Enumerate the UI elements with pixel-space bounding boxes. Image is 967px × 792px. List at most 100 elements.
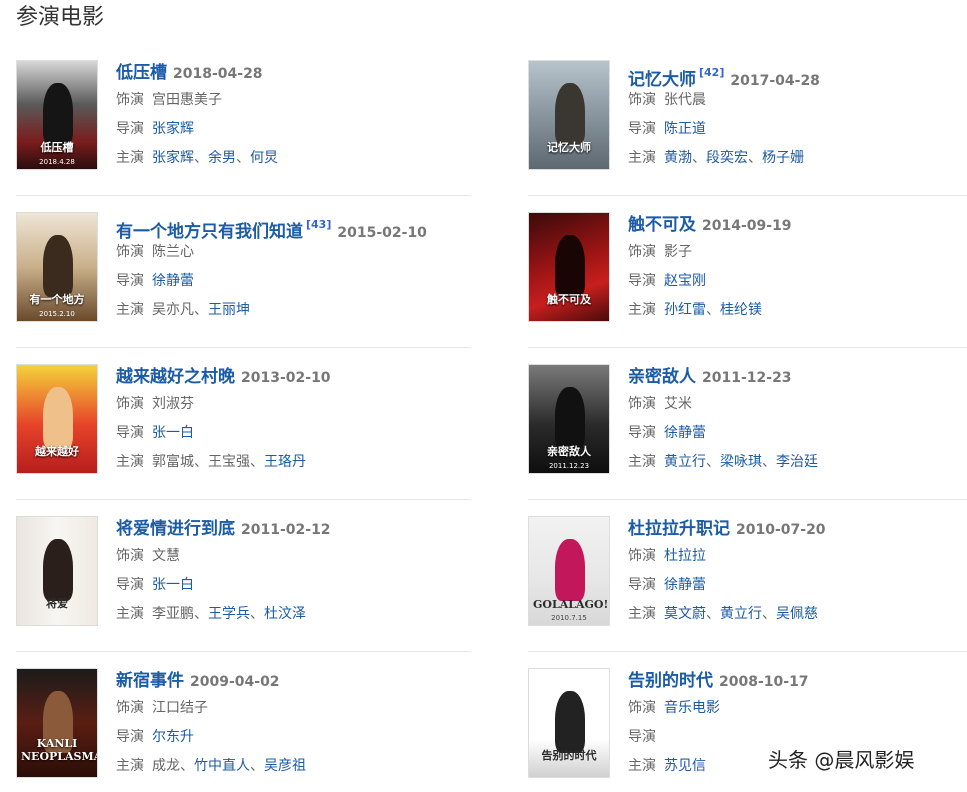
film-director-row: 导演 陈正道 [628, 115, 967, 144]
person-link[interactable]: 桂纶镁 [720, 302, 762, 318]
film-title-link[interactable]: 将爱情进行到底 [116, 519, 235, 539]
film-info: 越来越好之村晚 2013-02-10 饰演 刘淑芬 导演 张一白 主演 郭富城、王宝强、王珞丹 [116, 364, 456, 477]
director-label: 导演 [628, 577, 656, 593]
film-poster[interactable]: 将爱 [16, 516, 98, 626]
film-poster[interactable]: 告别的时代 [528, 668, 610, 778]
poster-figure [43, 235, 73, 297]
cast-label: 主演 [628, 606, 656, 622]
film-title-line: 越来越好之村晚 2013-02-10 [116, 364, 456, 390]
separator: 、 [762, 606, 776, 622]
separator: 、 [194, 302, 208, 318]
director-label: 导演 [116, 121, 144, 137]
poster-title: 触不可及 [547, 293, 591, 306]
separator: 、 [180, 758, 194, 774]
person-link[interactable]: 王珞丹 [264, 454, 306, 470]
film-director-row: 导演 张家辉 [116, 115, 456, 144]
person-link[interactable]: 莫文蔚 [664, 606, 706, 622]
film-cast-row: 主演 郭富城、王宝强、王珞丹 [116, 448, 456, 477]
film-title-link[interactable]: 越来越好之村晚 [116, 367, 235, 387]
person-name: 宫田惠美子 [152, 92, 222, 108]
film-poster[interactable]: 触不可及 [528, 212, 610, 322]
person-name: 艾米 [664, 396, 692, 412]
film-date: 2011-12-23 [702, 370, 792, 386]
film-poster[interactable]: KANLI NEOPLASMA [16, 668, 98, 778]
person-name: 文慧 [152, 548, 180, 564]
person-link[interactable]: 张一白 [152, 425, 194, 441]
person-link[interactable]: 杜拉拉 [664, 548, 706, 564]
cast-label: 主演 [116, 606, 144, 622]
film-date: 2010-07-20 [736, 522, 826, 538]
film-role-row: 饰演 宫田惠美子 [116, 86, 456, 115]
film-cast-row: 主演 黄立行、梁咏琪、李治廷 [628, 448, 967, 477]
film-poster[interactable]: 有一个地方 2015.2.10 [16, 212, 98, 322]
person-link[interactable]: 王丽坤 [208, 302, 250, 318]
cast-label: 主演 [116, 758, 144, 774]
person-name: 成龙 [152, 758, 180, 774]
person-link[interactable]: 徐静蕾 [664, 577, 706, 593]
cast-label: 主演 [628, 302, 656, 318]
director-label: 导演 [628, 121, 656, 137]
person-link[interactable]: 李治廷 [776, 454, 818, 470]
film-title-link[interactable]: 低压槽 [116, 63, 167, 83]
film-poster[interactable]: 记忆大师 [528, 60, 610, 170]
role-label: 饰演 [628, 700, 656, 716]
person-link[interactable]: 张家辉 [152, 121, 194, 137]
person-link[interactable]: 何炅 [250, 150, 278, 166]
film-info: 低压槽 2018-04-28 饰演 宫田惠美子 导演 张家辉 主演 张家辉、余男、何炅 [116, 60, 456, 173]
film-date: 2013-02-10 [241, 370, 331, 386]
citation-link[interactable]: [43] [306, 218, 331, 231]
person-link[interactable]: 黄立行 [720, 606, 762, 622]
person-link[interactable]: 吴佩慈 [776, 606, 818, 622]
film-poster[interactable]: 亲密敌人 2011.12.23 [528, 364, 610, 474]
person-link[interactable]: 张一白 [152, 577, 194, 593]
role-label: 饰演 [628, 244, 656, 260]
director-label: 导演 [628, 729, 656, 745]
person-link[interactable]: 杨子姗 [762, 150, 804, 166]
film-title-line: 将爱情进行到底 2011-02-12 [116, 516, 456, 542]
person-link[interactable]: 梁咏琪 [720, 454, 762, 470]
film-title-link[interactable]: 新宿事件 [116, 671, 184, 691]
separator: 、 [706, 606, 720, 622]
person-link[interactable]: 杜汶泽 [264, 606, 306, 622]
film-director-row: 导演 徐静蕾 [628, 419, 967, 448]
person-link[interactable]: 尔东升 [152, 729, 194, 745]
film-title-link[interactable]: 告别的时代 [628, 671, 713, 691]
poster-title: 告别的时代 [541, 749, 597, 762]
poster-date: 2015.2.10 [39, 310, 75, 318]
film-date: 2008-10-17 [719, 674, 809, 690]
person-link[interactable]: 赵宝刚 [664, 273, 706, 289]
person-link[interactable]: 黄渤 [664, 150, 692, 166]
person-link[interactable]: 张家辉 [152, 150, 194, 166]
person-link[interactable]: 王学兵 [208, 606, 250, 622]
person-link[interactable]: 苏见信 [664, 758, 706, 774]
film-poster[interactable]: 越来越好 [16, 364, 98, 474]
separator: 、 [250, 758, 264, 774]
film-title-link[interactable]: 触不可及 [628, 215, 696, 235]
person-name: 刘淑芬 [152, 396, 194, 412]
film-card: 低压槽 2018.4.28 低压槽 2018-04-28 饰演 宫田惠美子 导演 张家辉 主演张… [16, 60, 456, 180]
film-card: 有一个地方 2015.2.10 有一个地方只有我们知道 [43]2015-02-10 饰… [16, 212, 456, 332]
person-link[interactable]: 徐静蕾 [152, 273, 194, 289]
person-link[interactable]: 孙红雷 [664, 302, 706, 318]
film-poster[interactable]: GOLALAGO! 2010.7.15 [528, 516, 610, 626]
role-label: 饰演 [116, 244, 144, 260]
person-link[interactable]: 陈正道 [664, 121, 706, 137]
film-info: 新宿事件 2009-04-02 饰演 江口结子 导演 尔东升 主演 成龙、竹中直人、吴彦祖 [116, 668, 456, 781]
poster-figure [43, 83, 73, 145]
person-link[interactable]: 徐静蕾 [664, 425, 706, 441]
film-date: 2009-04-02 [190, 674, 280, 690]
film-card: 越来越好 越来越好之村晚 2013-02-10 饰演 刘淑芬 导演 张一白 主演 郭富城、王宝强… [16, 364, 456, 484]
film-director-row: 导演 张一白 [116, 571, 456, 600]
person-link[interactable]: 竹中直人 [194, 758, 250, 774]
film-title-link[interactable]: 亲密敌人 [628, 367, 696, 387]
film-poster[interactable]: 低压槽 2018.4.28 [16, 60, 98, 170]
citation-link[interactable]: [42] [699, 66, 724, 79]
person-link[interactable]: 音乐电影 [664, 700, 720, 716]
film-title-link[interactable]: 杜拉拉升职记 [628, 519, 730, 539]
person-link[interactable]: 吴彦祖 [264, 758, 306, 774]
person-link[interactable]: 余男 [208, 150, 236, 166]
person-link[interactable]: 段奕宏 [706, 150, 748, 166]
cast-label: 主演 [628, 454, 656, 470]
separator: 、 [706, 302, 720, 318]
person-link[interactable]: 黄立行 [664, 454, 706, 470]
